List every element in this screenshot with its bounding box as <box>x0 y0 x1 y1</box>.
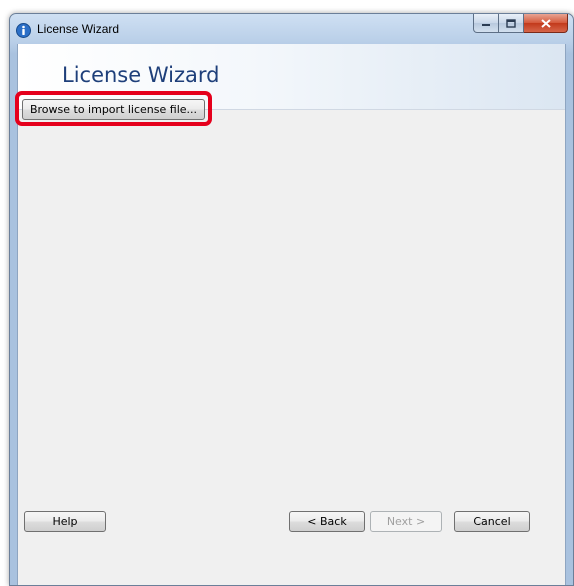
next-button[interactable]: Next > <box>370 511 442 532</box>
close-icon <box>540 18 551 28</box>
maximize-icon <box>506 18 516 28</box>
cancel-button[interactable]: Cancel <box>454 511 530 532</box>
back-button[interactable]: < Back <box>289 511 365 532</box>
minimize-button[interactable] <box>473 14 499 33</box>
help-button[interactable]: Help <box>24 511 106 532</box>
info-icon <box>16 23 31 38</box>
minimize-icon <box>482 24 490 26</box>
close-button[interactable] <box>524 14 568 33</box>
caption-buttons <box>473 14 568 34</box>
annotation-highlight-box <box>15 91 212 126</box>
maximize-button[interactable] <box>499 14 524 33</box>
page-title: License Wizard <box>62 63 220 87</box>
title-bar[interactable]: License Wizard <box>10 14 573 44</box>
window-title: License Wizard <box>37 22 120 36</box>
